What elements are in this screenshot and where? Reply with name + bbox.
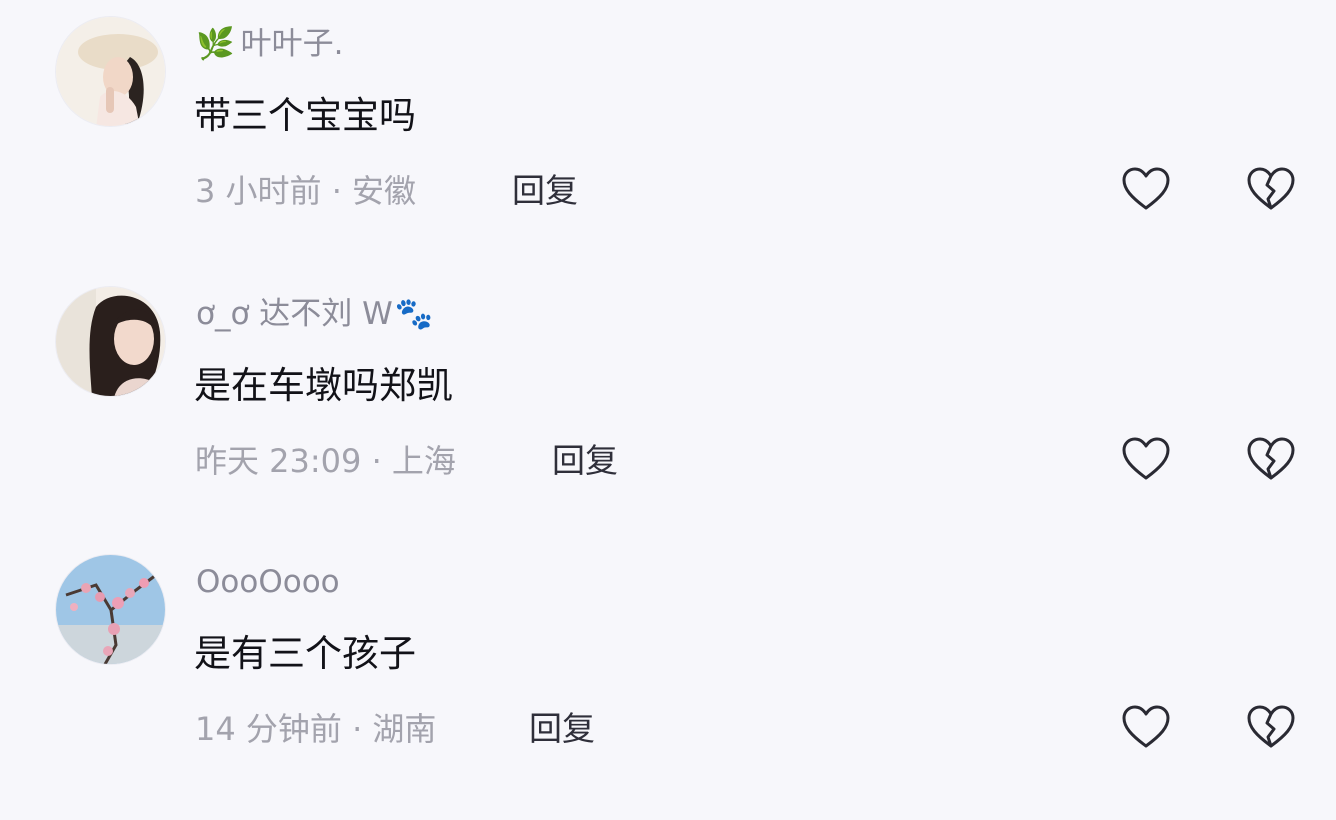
comment-text: 带三个宝宝吗 [194,94,416,137]
comment-item: ơ_ơ 达不刘 W🐾 是在车墩吗郑凯 昨天 23:09 · 上海 回复 [0,280,1336,500]
broken-heart-icon[interactable] [1246,436,1296,482]
comment-meta: 3 小时前 · 安徽 [195,172,417,210]
username-text: ơ_ơ 达不刘 W [196,296,393,332]
reply-button[interactable]: 回复 [512,170,578,212]
reply-button[interactable]: 回复 [529,708,595,750]
username[interactable]: ơ_ơ 达不刘 W🐾 [196,294,434,334]
reply-button[interactable]: 回复 [552,440,618,482]
username[interactable]: OooOooo [196,562,340,602]
avatar[interactable] [55,16,166,127]
leaf-icon: 🌿 [196,26,235,62]
avatar[interactable] [55,554,166,665]
avatar[interactable] [55,286,166,397]
username-text: 叶叶子. [240,26,344,62]
heart-outline-icon[interactable] [1121,704,1171,750]
username-text: OooOooo [196,564,340,600]
broken-heart-icon[interactable] [1246,704,1296,750]
heart-outline-icon[interactable] [1121,166,1171,212]
comment-text: 是在车墩吗郑凯 [194,364,453,407]
broken-heart-icon[interactable] [1246,166,1296,212]
comment-meta: 昨天 23:09 · 上海 [195,442,456,480]
comment-item: OooOooo 是有三个孩子 14 分钟前 · 湖南 回复 [0,548,1336,768]
comment-meta: 14 分钟前 · 湖南 [195,710,437,748]
comment-item: 🌿 叶叶子. 带三个宝宝吗 3 小时前 · 安徽 回复 [0,10,1336,230]
paw-icon: 🐾 [394,296,434,332]
username[interactable]: 🌿 叶叶子. [196,24,343,64]
heart-outline-icon[interactable] [1121,436,1171,482]
comment-text: 是有三个孩子 [194,632,416,675]
